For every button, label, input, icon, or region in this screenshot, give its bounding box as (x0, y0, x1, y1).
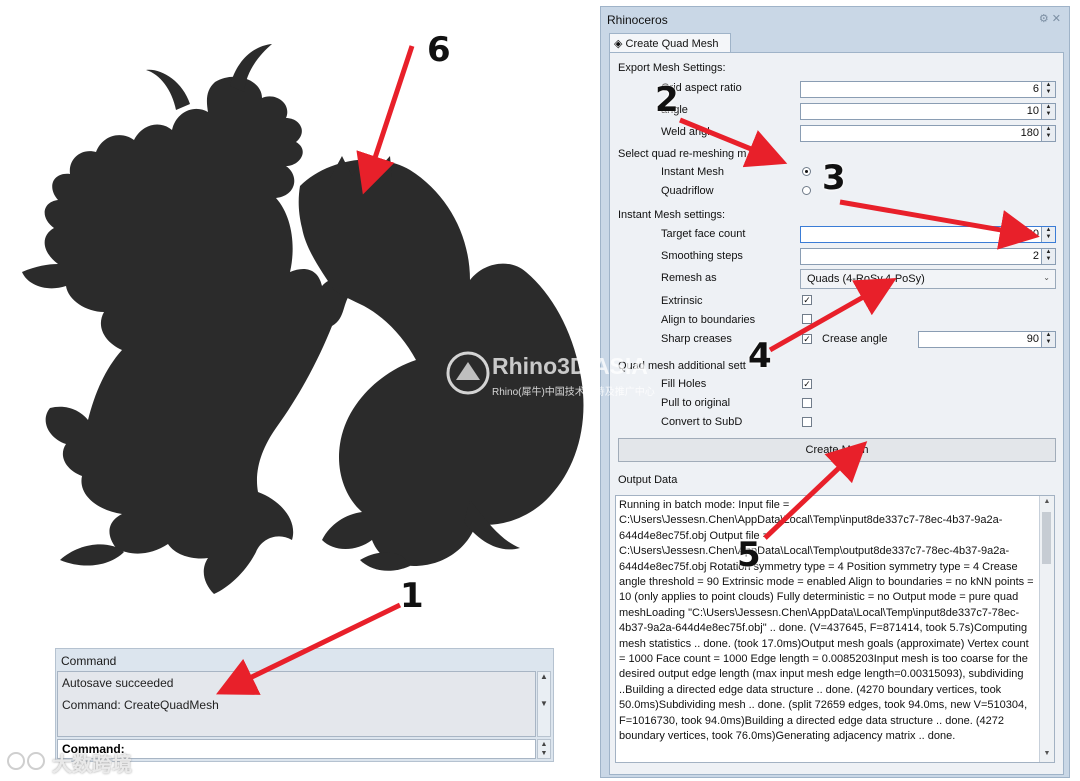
create-mesh-button[interactable]: Create Mesh (618, 438, 1056, 462)
annotation-2: 2 (655, 80, 679, 120)
tab-label: Create Quad Mesh (625, 38, 719, 50)
quadriflow-radio[interactable] (802, 186, 811, 195)
history-scrollbar[interactable]: ▲ ▼ (537, 671, 551, 737)
fill-holes-checkbox[interactable]: ✓ (802, 379, 812, 389)
spinner-icon[interactable]: ▲ ▼ (1041, 227, 1055, 242)
scroll-thumb[interactable] (1042, 512, 1051, 564)
remesh-label: Remesh as (661, 272, 717, 284)
dragon-silhouette (22, 76, 352, 595)
smoothing-label: Smoothing steps (661, 250, 743, 262)
extrinsic-label: Extrinsic (661, 295, 703, 307)
dragon-horn (146, 69, 190, 110)
convert-subd-label: Convert to SubD (661, 416, 743, 428)
pull-original-label: Pull to original (661, 397, 731, 409)
quadriflow-label: Quadriflow (661, 185, 714, 197)
dragon-foot (60, 544, 124, 566)
spinner-icon[interactable]: ▲ ▼ (1041, 104, 1055, 119)
watermark-bottom: 大数跨境 (52, 754, 132, 776)
sharp-creases-label: Sharp creases (661, 333, 732, 345)
gear-icon[interactable]: ⚙ (1039, 13, 1049, 25)
method-header: Select quad re-meshing m (618, 148, 747, 160)
watermark-title: Rhino3D.ASIA (492, 353, 648, 379)
annotation-6: 6 (427, 30, 451, 70)
output-data-header: Output Data (618, 474, 678, 486)
prompt-spinner[interactable]: ▲ ▼ (537, 739, 551, 759)
command-panel: Command Autosave succeeded Command: Crea… (55, 648, 554, 762)
command-history: Autosave succeeded Command: CreateQuadMe… (57, 671, 536, 737)
tab-create-quad-mesh[interactable]: ◈ Create Quad Mesh (609, 33, 731, 53)
output-scrollbar[interactable]: ▲ ▼ (1039, 496, 1054, 762)
spinner-icon[interactable]: ▲ ▼ (1041, 332, 1055, 347)
panel-title: Rhinoceros (607, 13, 668, 27)
chevron-down-icon: ⌄ (1043, 273, 1050, 282)
crease-angle-label: Crease angle (822, 333, 888, 345)
convert-subd-checkbox[interactable] (802, 417, 812, 427)
output-data-box[interactable]: Running in batch mode: Input file = C:\U… (615, 495, 1055, 763)
spinner-icon[interactable]: ▲ ▼ (1041, 126, 1055, 141)
rhino3d-logo-icon (446, 351, 490, 395)
target-face-label: Target face count (661, 228, 746, 240)
sharp-creases-checkbox[interactable]: ✓ (802, 334, 812, 344)
angle-input[interactable]: 10 ▲ ▼ (800, 103, 1056, 120)
instant-mesh-label: Instant Mesh (661, 166, 724, 178)
history-line: Autosave succeeded (62, 676, 174, 690)
dragon-back-spike (330, 154, 392, 178)
panel-window-buttons[interactable]: ⚙ ✕ (1039, 12, 1061, 25)
annotation-4: 4 (748, 336, 772, 376)
dragon-mesh-viewport (22, 44, 584, 595)
crease-angle-input[interactable]: 90 ▲ ▼ (918, 331, 1056, 348)
weld-angle-input[interactable]: 180 ▲ ▼ (800, 125, 1056, 142)
spinner-icon[interactable]: ▲ ▼ (1041, 82, 1055, 97)
align-boundaries-label: Align to boundaries (661, 314, 756, 326)
instant-settings-header: Instant Mesh settings: (618, 209, 725, 221)
watermark-logo-icon (7, 752, 45, 770)
scroll-down-icon[interactable]: ▼ (1040, 750, 1054, 757)
scroll-up-icon[interactable]: ▲ (1040, 498, 1054, 505)
pull-original-checkbox[interactable] (802, 398, 812, 408)
export-mesh-header: Export Mesh Settings: (618, 62, 726, 74)
watermark-subtitle: Rhino(犀牛)中国技术支持及推广中心 (492, 387, 655, 398)
annotation-5: 5 (737, 535, 761, 575)
annotation-3: 3 (822, 158, 846, 198)
command-panel-title: Command (61, 654, 117, 668)
output-text: Running in batch mode: Input file = C:\U… (619, 499, 1034, 743)
grid-aspect-input[interactable]: 6 ▲ ▼ (800, 81, 1056, 98)
remesh-select[interactable]: Quads (4-RoSy,4-PoSy) ⌄ (800, 269, 1056, 289)
fill-holes-label: Fill Holes (661, 378, 707, 390)
target-face-input[interactable]: 4000 ▲ ▼ (800, 226, 1056, 243)
quad-mesh-icon: ◈ (614, 38, 623, 50)
instant-mesh-radio[interactable] (802, 167, 811, 176)
close-icon[interactable]: ✕ (1052, 13, 1061, 25)
smoothing-input[interactable]: 2 ▲ ▼ (800, 248, 1056, 265)
spinner-icon[interactable]: ▲ ▼ (1041, 249, 1055, 264)
history-line: Command: CreateQuadMesh (62, 698, 219, 712)
extrinsic-checkbox[interactable]: ✓ (802, 295, 812, 305)
align-boundaries-checkbox[interactable] (802, 314, 812, 324)
weld-angle-label: Weld angl (661, 126, 710, 138)
annotation-1: 1 (400, 576, 424, 616)
